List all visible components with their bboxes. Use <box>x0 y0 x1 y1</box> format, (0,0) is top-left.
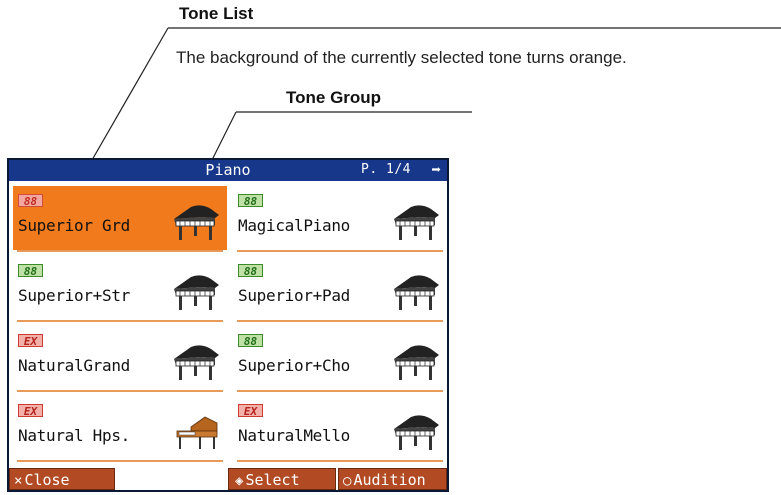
audition-circle-icon: ○ <box>343 473 352 489</box>
tone-list-callout-title: Tone List <box>179 4 254 23</box>
tone-badge: 88 <box>238 264 263 278</box>
tone-divider <box>17 250 223 252</box>
grand-piano-icon <box>391 203 441 243</box>
tone-item[interactable]: 88 MagicalPiano <box>233 186 447 252</box>
tone-name: Natural Hps. <box>18 426 130 445</box>
grand-piano-icon <box>391 273 441 313</box>
tone-name: NaturalMello <box>238 426 350 445</box>
tone-name: Superior Grd <box>18 216 130 235</box>
tone-name: Superior+Pad <box>238 286 350 305</box>
tone-badge: 88 <box>238 194 263 208</box>
footer-bar: × Close ◈ Select ○ Audition <box>9 467 447 490</box>
tone-item[interactable]: EX NaturalMello <box>233 396 447 462</box>
right-arrow-icon[interactable]: ➡ <box>431 160 441 179</box>
tone-divider <box>237 250 443 252</box>
tone-list-callout-desc: The background of the currently selected… <box>176 48 627 67</box>
grand-piano-icon <box>171 273 221 313</box>
tone-list-screen: Piano P. 1/4 ➡ 88 Superior Grd 88 MagicalPi… <box>7 158 449 492</box>
tone-item[interactable]: 88 Superior+Pad <box>233 256 447 322</box>
tone-divider <box>237 320 443 322</box>
audition-label: Audition <box>353 471 426 489</box>
select-dial-icon: ◈ <box>235 473 244 489</box>
grand-piano-icon <box>171 343 221 383</box>
tone-divider <box>17 320 223 322</box>
tone-name: NaturalGrand <box>18 356 130 375</box>
audition-button[interactable]: ○ Audition <box>338 468 447 490</box>
tone-item[interactable]: EX Natural Hps. <box>13 396 227 462</box>
tone-name: Superior+Cho <box>238 356 350 375</box>
tone-badge: 88 <box>238 334 263 348</box>
tone-badge: EX <box>238 404 263 418</box>
tone-group-callout-title: Tone Group <box>286 88 382 107</box>
grand-piano-icon <box>171 203 221 243</box>
tone-divider <box>237 460 443 462</box>
tone-item[interactable]: 88 Superior+Str <box>13 256 227 322</box>
close-icon: × <box>14 473 23 489</box>
tone-item[interactable]: EX NaturalGrand <box>13 326 227 392</box>
tone-grid: 88 Superior Grd 88 MagicalPiano 88 Superior+S… <box>9 181 447 471</box>
tone-name: MagicalPiano <box>238 216 350 235</box>
page-indicator: P. 1/4 <box>361 162 411 177</box>
tone-name: Superior+Str <box>18 286 130 305</box>
tone-item[interactable]: 88 Superior+Cho <box>233 326 447 392</box>
tone-badge: EX <box>18 404 43 418</box>
tone-badge: 88 <box>18 264 43 278</box>
title-bar: Piano P. 1/4 ➡ <box>9 160 447 181</box>
tone-badge: EX <box>18 334 43 348</box>
close-label: Close <box>24 471 70 489</box>
grand-piano-icon <box>391 343 441 383</box>
tone-divider <box>17 460 223 462</box>
tone-divider <box>17 390 223 392</box>
select-button[interactable]: ◈ Select <box>228 468 336 490</box>
tone-item[interactable]: 88 Superior Grd <box>13 186 227 252</box>
close-button[interactable]: × Close <box>9 468 115 490</box>
tone-badge: 88 <box>18 194 43 208</box>
select-label: Select <box>245 471 300 489</box>
tone-divider <box>237 390 443 392</box>
grand-piano-icon <box>391 413 441 453</box>
harpsichord-icon <box>171 413 221 453</box>
